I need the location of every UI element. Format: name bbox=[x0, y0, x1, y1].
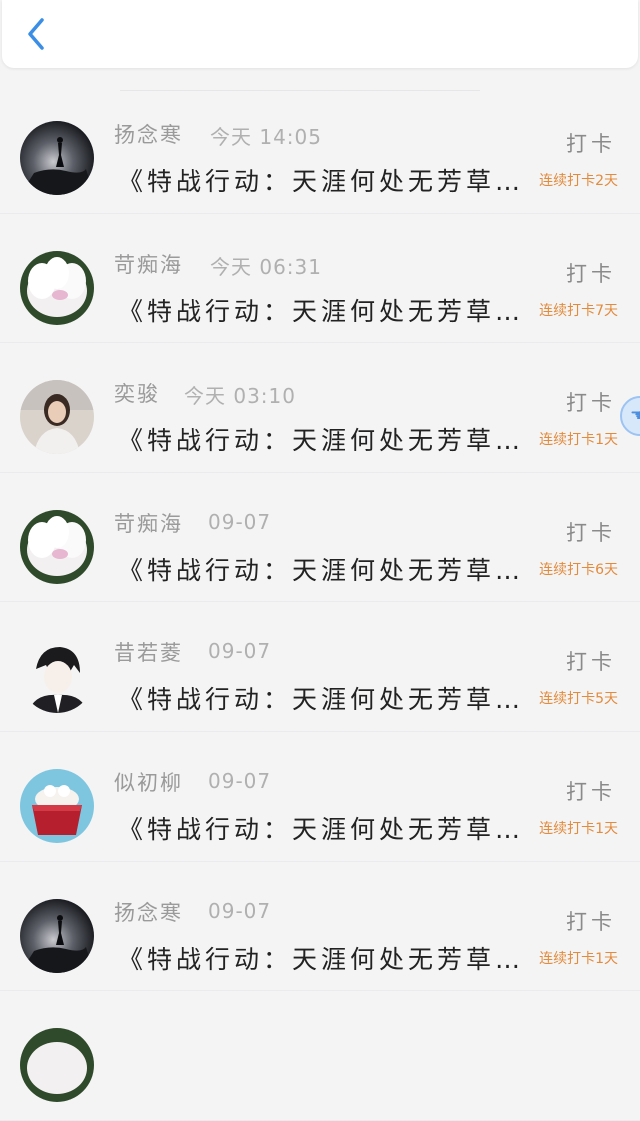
streak-label: 连续打卡1天 bbox=[539, 432, 618, 449]
avatar[interactable] bbox=[20, 639, 94, 714]
avatar[interactable] bbox=[20, 768, 94, 843]
checkin-time: 今天 06:31 bbox=[210, 254, 322, 279]
user-name: 苛痴海 bbox=[114, 511, 183, 536]
streak-label: 连续打卡2天 bbox=[539, 173, 618, 189]
avatar[interactable] bbox=[20, 1028, 94, 1103]
streak-label: 连续打卡6天 bbox=[539, 561, 618, 578]
book-title: 《特战行动：天涯何处无芳草… bbox=[118, 167, 525, 196]
avatar[interactable] bbox=[20, 509, 94, 584]
list-item[interactable]: 扬念寒 09-07 打卡 《特战行动：天涯何处无芳草… 连续打卡1天 bbox=[0, 862, 640, 992]
book-title: 《特战行动：天涯何处无芳草… bbox=[118, 296, 525, 326]
streak-label: 连续打卡5天 bbox=[539, 691, 618, 708]
list-item[interactable]: 苛痴海 今天 06:31 打卡 《特战行动：天涯何处无芳草… 连续打卡7天 bbox=[0, 214, 640, 344]
user-name: 扬念寒 bbox=[114, 900, 183, 925]
book-title: 《特战行动：天涯何处无芳草… bbox=[118, 426, 525, 456]
book-title: 《特战行动：天涯何处无芳草… bbox=[118, 685, 525, 715]
checkin-time: 今天 03:10 bbox=[184, 384, 296, 409]
list-item[interactable]: 奕骏 今天 03:10 打卡 《特战行动：天涯何处无芳草… 连续打卡1天 bbox=[0, 343, 640, 473]
user-name: 似初柳 bbox=[114, 770, 183, 795]
list-item[interactable]: 苛痴海 09-07 打卡 《特战行动：天涯何处无芳草… 连续打卡6天 bbox=[0, 473, 640, 603]
avatar[interactable] bbox=[20, 898, 94, 973]
checkin-button[interactable]: 打卡 bbox=[566, 128, 616, 158]
checkin-time: 09-07 bbox=[208, 509, 272, 534]
checkin-button[interactable]: 打卡 bbox=[566, 776, 616, 806]
streak-label: 连续打卡7天 bbox=[539, 302, 618, 319]
book-title: 《特战行动：天涯何处无芳草… bbox=[118, 944, 525, 974]
list-item[interactable]: 扬念寒 今天 14:05 打卡 《特战行动：天涯何处无芳草… 连续打卡2天 bbox=[0, 84, 640, 214]
checkin-list: 扬念寒 今天 14:05 打卡 《特战行动：天涯何处无芳草… 连续打卡2天 苛痴… bbox=[0, 84, 640, 1121]
avatar[interactable] bbox=[20, 121, 94, 195]
user-name: 苛痴海 bbox=[114, 252, 183, 277]
checkin-time: 09-07 bbox=[208, 639, 272, 664]
checkin-button[interactable]: 打卡 bbox=[566, 387, 616, 417]
book-title: 《特战行动：天涯何处无芳草… bbox=[118, 814, 525, 844]
top-bar bbox=[2, 0, 638, 68]
checkin-button[interactable]: 打卡 bbox=[566, 906, 616, 936]
checkin-time: 09-07 bbox=[208, 898, 272, 923]
checkin-button[interactable]: 打卡 bbox=[566, 517, 616, 547]
user-name: 扬念寒 bbox=[114, 123, 183, 147]
book-title: 《特战行动：天涯何处无芳草… bbox=[118, 555, 525, 585]
user-name: 昔若菱 bbox=[114, 641, 183, 666]
chevron-left-icon bbox=[28, 18, 44, 50]
list-item[interactable]: 昔若菱 09-07 打卡 《特战行动：天涯何处无芳草… 连续打卡5天 bbox=[0, 602, 640, 732]
streak-label: 连续打卡1天 bbox=[539, 820, 618, 837]
checkin-time: 今天 14:05 bbox=[210, 125, 322, 149]
list-item[interactable]: 似初柳 09-07 打卡 《特战行动：天涯何处无芳草… 连续打卡1天 bbox=[0, 732, 640, 862]
list-item[interactable] bbox=[0, 991, 640, 1121]
hand-icon: ☚ bbox=[630, 405, 640, 426]
checkin-button[interactable]: 打卡 bbox=[566, 258, 616, 288]
checkin-time: 09-07 bbox=[208, 768, 272, 793]
avatar[interactable] bbox=[20, 380, 94, 455]
avatar[interactable] bbox=[20, 250, 94, 325]
checkin-button[interactable]: 打卡 bbox=[566, 646, 616, 676]
streak-label: 连续打卡1天 bbox=[539, 950, 618, 967]
user-name: 奕骏 bbox=[114, 382, 160, 407]
back-button[interactable] bbox=[16, 14, 56, 54]
